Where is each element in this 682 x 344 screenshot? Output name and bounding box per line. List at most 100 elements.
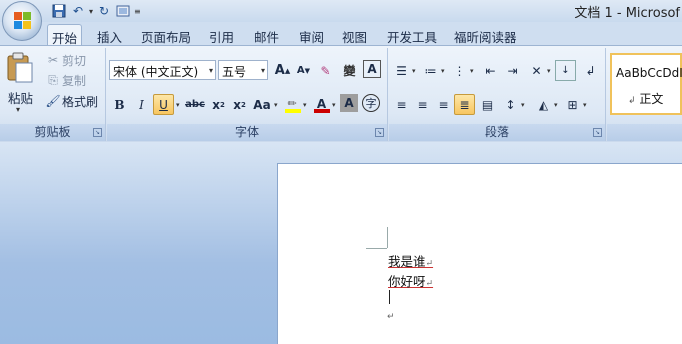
- justify-icon: ≣: [459, 97, 470, 112]
- window-title: 文档 1 - Microsof: [574, 6, 680, 21]
- subscript-button[interactable]: x2: [208, 94, 229, 115]
- decrease-indent-icon: ⇤: [485, 63, 496, 78]
- document-line-2-text: 你好呀: [388, 274, 426, 289]
- paste-icon: [7, 52, 33, 83]
- clipboard-group: 粘贴 ▾ ✂ 剪切 ⎘ 复制 🖌 格式刷 剪贴板 ↘: [0, 48, 106, 141]
- font-color-icon: A: [313, 97, 330, 113]
- document-page[interactable]: [277, 163, 682, 344]
- numbering-button[interactable]: ≔: [420, 60, 441, 81]
- format-painter-button[interactable]: 🖌 格式刷: [44, 91, 98, 111]
- distributed-icon: ▤: [481, 97, 494, 112]
- save-icon[interactable]: [51, 3, 67, 19]
- document-line-1[interactable]: 我是谁↵: [388, 251, 433, 270]
- paragraph-mark-icon: ↵: [425, 279, 434, 289]
- clipboard-group-label: 剪贴板: [0, 124, 105, 141]
- char-shading-label: A: [344, 96, 354, 110]
- highlighter-icon: ✏: [284, 97, 301, 113]
- paragraph-launcher-icon[interactable]: ↘: [593, 128, 602, 137]
- asian-layout-button[interactable]: ✕: [526, 60, 547, 81]
- font-color-button[interactable]: A: [311, 94, 332, 115]
- strikethrough-label: abc: [185, 99, 205, 110]
- show-marks-button[interactable]: ↲: [580, 60, 601, 81]
- line-spacing-button[interactable]: ↕: [500, 94, 521, 115]
- office-logo-icon: [14, 12, 32, 30]
- highlight-button[interactable]: ✏: [282, 94, 303, 115]
- print-preview-icon[interactable]: [115, 3, 131, 19]
- shading-dropdown-icon[interactable]: ▾: [554, 101, 558, 109]
- tab-mailings[interactable]: 邮件: [250, 24, 283, 46]
- strikethrough-button[interactable]: abc: [183, 94, 207, 115]
- tab-references[interactable]: 引用: [205, 24, 238, 46]
- paste-button[interactable]: 粘贴 ▾: [4, 50, 36, 118]
- distributed-button[interactable]: ▤: [477, 94, 498, 115]
- sort-button[interactable]: ↓: [555, 60, 576, 81]
- italic-button[interactable]: I: [131, 94, 152, 115]
- font-name-combo[interactable]: 宋体 (中文正文) ▾: [109, 60, 216, 80]
- font-group-label: 字体: [107, 124, 387, 141]
- align-right-button[interactable]: ≡: [433, 94, 454, 115]
- multilevel-list-button[interactable]: ⋮: [449, 60, 470, 81]
- font-size-dropdown-icon[interactable]: ▾: [261, 66, 265, 75]
- grow-font-button[interactable]: A ▲: [272, 60, 293, 81]
- font-size-combo[interactable]: 五号 ▾: [218, 60, 268, 80]
- enclose-char-button[interactable]: 字: [362, 94, 380, 112]
- paste-dropdown-icon[interactable]: ▾: [16, 105, 20, 114]
- phonetic-guide-button[interactable]: 變: [339, 60, 360, 81]
- bold-button[interactable]: B: [109, 94, 130, 115]
- align-center-button[interactable]: ≡: [412, 94, 433, 115]
- font-launcher-icon[interactable]: ↘: [375, 128, 384, 137]
- line-spacing-dropdown-icon[interactable]: ▾: [521, 101, 525, 109]
- borders-button[interactable]: ⊞: [562, 94, 583, 115]
- tab-insert[interactable]: 插入: [93, 24, 126, 46]
- underline-button[interactable]: U: [153, 94, 174, 115]
- multilevel-dropdown-icon[interactable]: ▾: [470, 67, 474, 75]
- char-border-button[interactable]: A: [363, 60, 381, 78]
- underline-dropdown-icon[interactable]: ▾: [176, 101, 180, 109]
- copy-button[interactable]: ⎘ 复制: [44, 70, 86, 90]
- tab-view[interactable]: 视图: [338, 24, 371, 46]
- superscript-button[interactable]: x2: [229, 94, 250, 115]
- align-right-icon: ≡: [438, 97, 449, 112]
- style-normal[interactable]: AaBbCcDdI ↲ 正文: [610, 53, 682, 115]
- ribbon-tabs: 开始 插入 页面布局 引用 邮件 审阅 视图 开发工具 福昕阅读器: [0, 22, 682, 46]
- tab-developer[interactable]: 开发工具: [383, 24, 441, 46]
- tab-home[interactable]: 开始: [47, 24, 83, 46]
- font-name-dropdown-icon[interactable]: ▾: [209, 66, 213, 75]
- decrease-indent-button[interactable]: ⇤: [480, 60, 501, 81]
- char-shading-button[interactable]: A: [340, 94, 358, 112]
- document-line-1-text: 我是谁: [388, 254, 426, 269]
- shading-button[interactable]: ◭: [533, 94, 554, 115]
- document-line-2[interactable]: 你好呀↵: [388, 271, 433, 290]
- customize-qat-icon[interactable]: ≡: [134, 7, 141, 16]
- align-left-button[interactable]: ≡: [391, 94, 412, 115]
- redo-icon[interactable]: ↻: [96, 3, 112, 19]
- asian-layout-dropdown-icon[interactable]: ▾: [547, 67, 551, 75]
- shrink-font-button[interactable]: A ▼: [293, 60, 314, 81]
- highlight-dropdown-icon[interactable]: ▾: [303, 101, 307, 109]
- justify-button[interactable]: ≣: [454, 94, 475, 115]
- numbering-dropdown-icon[interactable]: ▾: [441, 67, 445, 75]
- shrink-font-label: A: [296, 65, 305, 76]
- undo-dropdown-icon[interactable]: ▾: [89, 7, 93, 16]
- clear-formatting-button[interactable]: ✎: [315, 60, 336, 81]
- cut-button[interactable]: ✂ 剪切: [44, 50, 86, 70]
- ribbon: 粘贴 ▾ ✂ 剪切 ⎘ 复制 🖌 格式刷 剪贴板 ↘ 宋体 (中文正文) ▾ 五…: [0, 45, 682, 142]
- style-name-label: ↲ 正文: [628, 90, 663, 107]
- font-group: 宋体 (中文正文) ▾ 五号 ▾ A ▲ A ▼ ✎ 變 A B I U ▾ abc…: [107, 48, 388, 141]
- undo-icon[interactable]: ↶: [70, 3, 86, 19]
- tab-foxit-reader[interactable]: 福昕阅读器: [450, 24, 521, 46]
- change-case-dropdown-icon[interactable]: ▾: [274, 101, 278, 109]
- numbered-list-icon: ≔: [424, 63, 437, 78]
- clipboard-launcher-icon[interactable]: ↘: [93, 128, 102, 137]
- font-color-dropdown-icon[interactable]: ▾: [332, 101, 336, 109]
- increase-indent-button[interactable]: ⇥: [502, 60, 523, 81]
- tab-review[interactable]: 审阅: [295, 24, 328, 46]
- styles-group-label-bar: [607, 124, 682, 141]
- bullets-button[interactable]: ☰: [391, 60, 412, 81]
- office-button[interactable]: [2, 1, 42, 41]
- borders-dropdown-icon[interactable]: ▾: [583, 101, 587, 109]
- bullets-dropdown-icon[interactable]: ▾: [412, 67, 416, 75]
- tab-page-layout[interactable]: 页面布局: [137, 24, 195, 46]
- align-left-icon: ≡: [396, 97, 407, 112]
- change-case-button[interactable]: Aa: [250, 94, 274, 115]
